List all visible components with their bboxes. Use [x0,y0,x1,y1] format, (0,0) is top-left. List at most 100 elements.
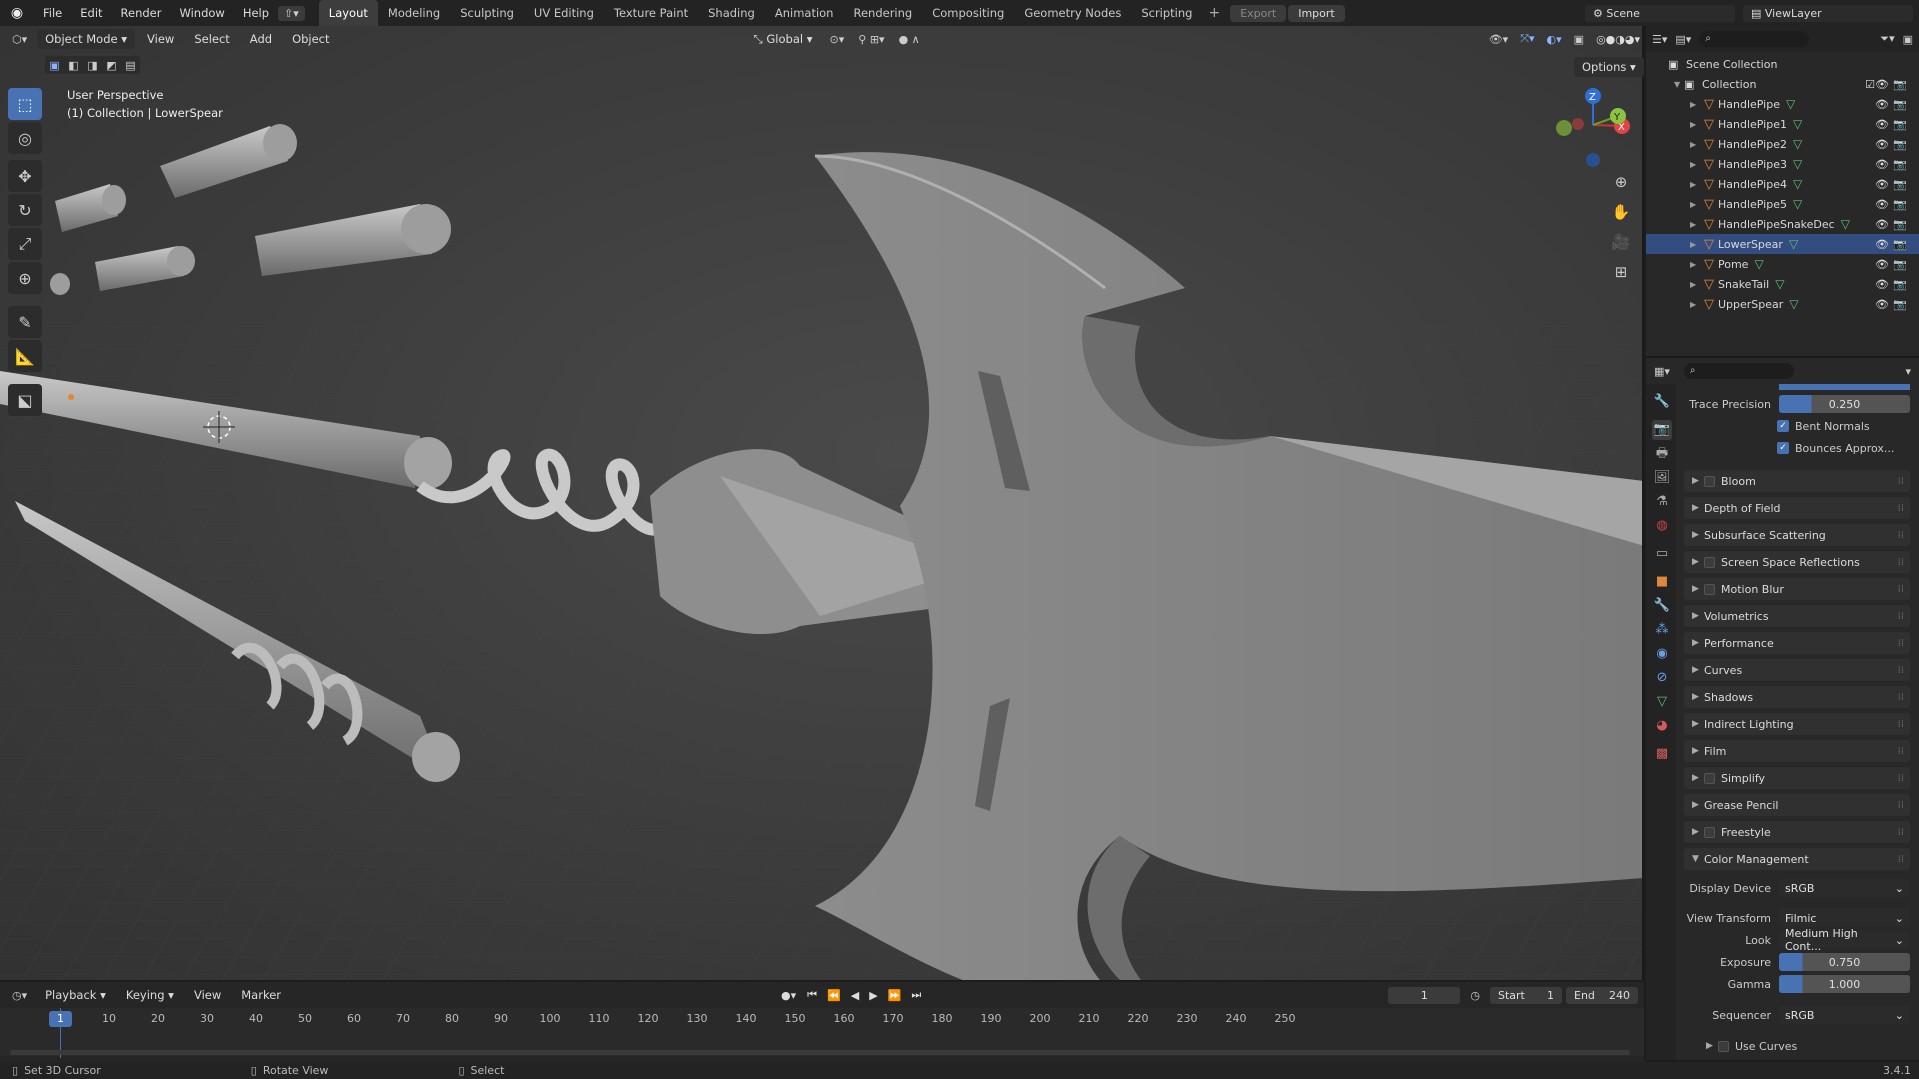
timeline-menu-view[interactable]: View [186,985,229,1005]
drag-grip-icon[interactable]: ⁞⁞ [1898,692,1904,703]
render-camera-icon[interactable]: 📷 [1893,98,1907,111]
blender-logo-icon[interactable]: ◉ [0,5,34,21]
panel-enable-checkbox[interactable] [1704,772,1715,784]
panel-bloom[interactable]: ▶ Bloom ⁞⁞ [1684,470,1910,492]
scene-tab-icon[interactable]: ⚗ [1652,492,1672,512]
outliner-object-row[interactable]: ▶ ▽ HandlePipeSnakeDec ▽ 👁 📷 [1646,214,1919,234]
collection-checkbox-icon[interactable]: ☑ [1865,78,1875,91]
outliner[interactable]: ☰▾ ▤▾ ⌕ ⏷▾ ▣ ▣ Scene Collection ▼ ▣ Collec… [1646,26,1919,356]
rotate-tool[interactable]: ↻ [8,194,42,226]
expand-icon[interactable]: ▶ [1690,140,1700,149]
pan-hand-icon[interactable]: ✋ [1607,198,1635,226]
current-frame-field[interactable]: 1 [1388,986,1461,1004]
collapse-icon[interactable]: ▼ [1674,80,1684,89]
timeline-scrollbar[interactable] [10,1050,1630,1055]
eye-icon[interactable]: 👁 [1875,278,1889,291]
select-intersect-icon[interactable]: ▤ [125,59,135,72]
viewport-menu-object[interactable]: Object [284,29,337,49]
collection-tab-icon[interactable]: ▭ [1652,544,1672,564]
drag-grip-icon[interactable]: ⁞⁞ [1898,827,1904,838]
start-frame-field[interactable]: Start 1 [1490,986,1562,1004]
bounces-approx-row[interactable]: ✓ Bounces Approx... [1684,438,1910,458]
outliner-object-row[interactable]: ▶ ▽ HandlePipe4 ▽ 👁 📷 [1646,174,1919,194]
look-dropdown[interactable]: Medium High Cont... ⌄ [1779,927,1910,953]
drag-grip-icon[interactable]: ⁞⁞ [1898,719,1904,730]
expand-icon[interactable]: ▶ [1690,300,1700,309]
drag-grip-icon[interactable]: ⁞⁞ [1898,800,1904,811]
transform-orientation-dropdown[interactable]: ⤡ Global ▾ [746,29,821,50]
jump-end-icon[interactable]: ⏭ [908,988,924,1002]
clock-icon[interactable]: ◷ [1464,989,1486,1002]
material-tab-icon[interactable]: ◕ [1652,716,1672,736]
use-curves-row[interactable]: ▶ Use Curves [1684,1036,1910,1056]
render-camera-icon[interactable]: 📷 [1893,138,1907,151]
eye-icon[interactable]: 👁 [1875,298,1889,311]
expand-icon[interactable]: ▶ [1690,180,1700,189]
object-tab-icon[interactable]: ■ [1652,572,1672,592]
add-workspace-icon[interactable]: + [1202,5,1226,21]
export-button[interactable]: Export [1230,4,1287,22]
particles-tab-icon[interactable]: ⁂ [1652,620,1672,640]
expand-icon[interactable]: ▶ [1690,160,1700,169]
navigation-gizmo[interactable]: Z X Y [1548,80,1638,170]
properties-editor-icon[interactable]: ▦▾ [1654,365,1670,378]
import-button[interactable]: Import [1288,4,1345,22]
gizmo-icon[interactable]: ⤧▾ [1516,32,1538,46]
options-button[interactable]: Options ▾ [1574,57,1644,77]
mesh-data-icon[interactable]: ▽ [1754,257,1763,271]
tab-sculpting[interactable]: Sculpting [450,0,524,26]
selection-modes[interactable]: ▣ ◧ ◨ ◩ ▤ [45,56,140,74]
physics-tab-icon[interactable]: ◉ [1652,644,1672,664]
play-icon[interactable]: ▶ [866,989,880,1002]
expand-icon[interactable]: ▶ [1690,240,1700,249]
eye-icon[interactable]: 👁 [1875,238,1889,251]
menu-edit[interactable]: Edit [71,0,111,26]
bent-normals-row[interactable]: ✓ Bent Normals [1684,416,1910,436]
mesh-data-icon[interactable]: ▽ [1793,177,1802,191]
mesh-data-icon[interactable]: ▽ [1793,137,1802,151]
end-frame-field[interactable]: End 240 [1566,986,1638,1004]
ortho-grid-icon[interactable]: ⊞ [1607,258,1635,286]
render-camera-icon[interactable]: 📷 [1893,198,1907,211]
tab-uv-editing[interactable]: UV Editing [524,0,604,26]
zoom-icon[interactable]: ⊕ [1607,168,1635,196]
outliner-object-row[interactable]: ▶ ▽ HandlePipe1 ▽ 👁 📷 [1646,114,1919,134]
viewport-menu-add[interactable]: Add [242,29,280,49]
render-camera-icon[interactable]: 📷 [1893,118,1907,131]
texture-tab-icon[interactable]: ▩ [1652,744,1672,764]
editor-type-icon[interactable]: ⬡▾ [6,33,33,46]
expand-icon[interactable]: ▶ [1690,200,1700,209]
menu-render[interactable]: Render [112,0,171,26]
output-tab-icon[interactable]: 🖶 [1652,444,1672,464]
scene-selector[interactable]: ⚙ Scene [1585,4,1735,22]
view-layer-selector[interactable]: ▤ ViewLayer [1743,4,1913,22]
properties-options-icon[interactable]: ▾ [1905,365,1911,378]
drag-grip-icon[interactable]: ⁞⁞ [1898,638,1904,649]
eye-icon[interactable]: 👁 [1875,198,1889,211]
constraints-tab-icon[interactable]: ⊘ [1652,668,1672,688]
render-camera-icon[interactable]: 📷 [1893,278,1907,291]
modifier-tab-icon[interactable]: 🔧 [1652,596,1672,616]
eye-icon[interactable]: 👁 [1875,98,1889,111]
drag-grip-icon[interactable]: ⁞⁞ [1898,854,1904,865]
eye-icon[interactable]: 👁 [1875,178,1889,191]
eye-icon[interactable]: 👁 [1875,118,1889,131]
panel-depth-of-field[interactable]: ▶ Depth of Field ⁞⁞ [1684,497,1910,519]
drag-grip-icon[interactable]: ⁞⁞ [1898,557,1904,568]
tab-shading[interactable]: Shading [698,0,765,26]
eye-icon[interactable]: 👁 [1875,158,1889,171]
new-collection-icon[interactable]: ▣ [1903,33,1913,46]
3d-viewport[interactable] [0,26,1644,980]
panel-freestyle[interactable]: ▶ Freestyle ⁞⁞ [1684,821,1910,843]
viewport-menu-select[interactable]: Select [186,29,237,49]
view-transform-dropdown[interactable]: Filmic ⌄ [1779,909,1910,927]
mesh-data-icon[interactable]: ▽ [1775,277,1784,291]
tab-animation[interactable]: Animation [765,0,844,26]
drag-grip-icon[interactable]: ⁞⁞ [1898,611,1904,622]
render-camera-icon[interactable]: 📷 [1893,238,1907,251]
transform-tool[interactable]: ⊕ [8,262,42,294]
drag-grip-icon[interactable]: ⁞⁞ [1898,503,1904,514]
outliner-object-row[interactable]: ▶ ▽ SnakeTail ▽ 👁 📷 [1646,274,1919,294]
drag-grip-icon[interactable]: ⁞⁞ [1898,584,1904,595]
panel-simplify[interactable]: ▶ Simplify ⁞⁞ [1684,767,1910,789]
